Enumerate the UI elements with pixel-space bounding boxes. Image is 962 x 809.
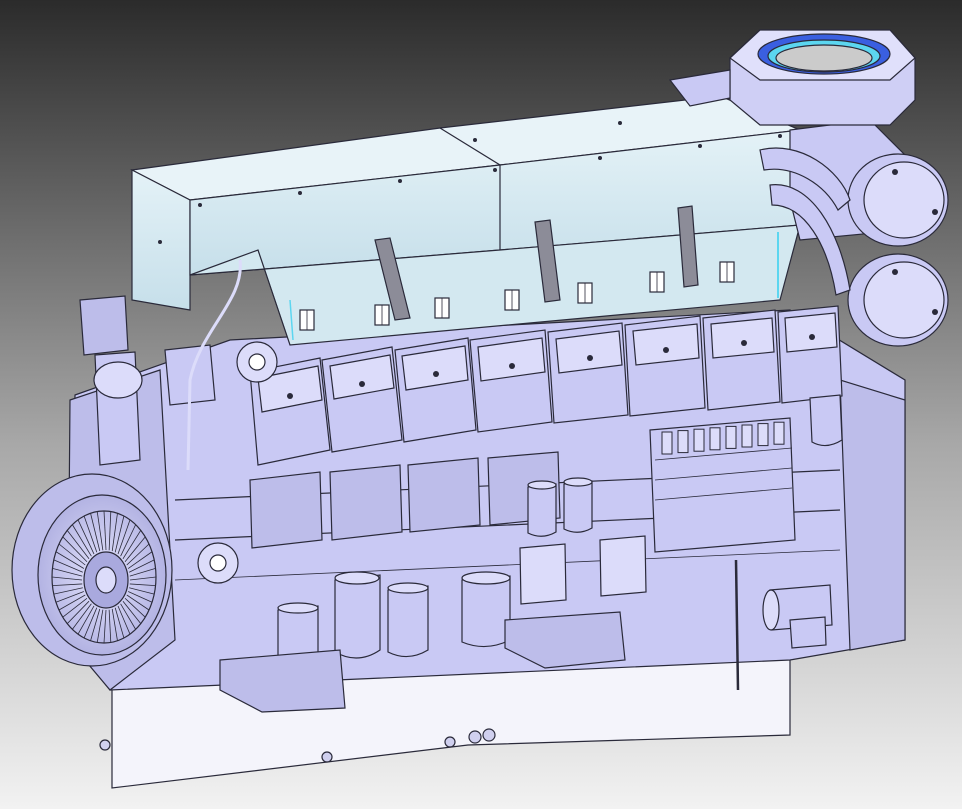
engine-scene (0, 0, 962, 809)
injector-stub (661, 431, 673, 455)
injector-stub (709, 427, 721, 451)
injector-stub (677, 430, 689, 454)
injector-stub (693, 428, 705, 452)
injector-stub (741, 424, 753, 448)
injector-stub (757, 423, 769, 447)
front-damper (11, 473, 173, 667)
injector-stub (725, 425, 737, 449)
injector-stub (773, 421, 785, 445)
